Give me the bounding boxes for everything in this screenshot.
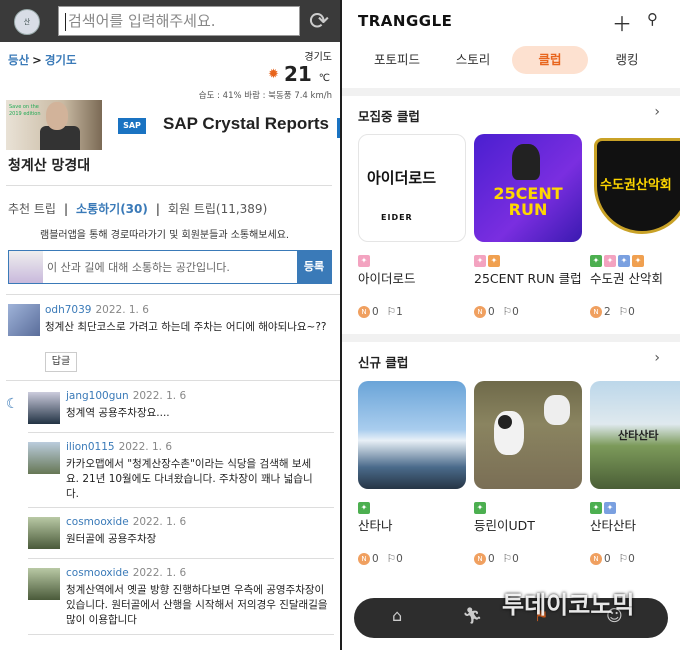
tab-photofeed[interactable]: 포토피드 (364, 46, 430, 74)
post-text: 청계산역에서 옛골 방향 진행하다보면 우측에 공영주차장이 있습니다. 원터골… (66, 584, 328, 626)
avatar[interactable] (28, 568, 60, 600)
club-stats: N 2 ⚐0 (590, 306, 635, 318)
post-user[interactable]: cosmooxide 2022. 1. 6 (66, 516, 186, 528)
add-icon[interactable]: ＋ (612, 8, 632, 37)
content-tabs: 추천 트립 | 소통하기(30) | 회원 트립(11,389) (8, 202, 268, 216)
post-user[interactable]: cosmooxide 2022. 1. 6 (66, 567, 186, 579)
club-name: 등린이UDT (474, 518, 535, 533)
watermark: 투데이코노믹 (502, 591, 635, 619)
reply-button[interactable]: 답글 (45, 352, 77, 372)
club-logo: 25CENT RUN (474, 134, 582, 242)
help-text: 램블러앱을 통해 경로따라가기 및 회원분들과 소통해보세요. (40, 230, 290, 241)
post-text: 청계산 최단코스로 가려고 하는데 주차는 어디에 해야되나요~?? (45, 321, 327, 333)
sun-icon: ✹ (268, 67, 279, 82)
tab-community[interactable]: 소통하기(30) (76, 202, 148, 216)
weather-region: 경기도 (304, 52, 332, 63)
post-user[interactable]: odh7039 2022. 1. 6 (45, 304, 149, 316)
sap-logo: SAP (118, 118, 146, 134)
breadcrumb-item-region[interactable]: 경기도 (45, 53, 77, 67)
breadcrumb: 등산 > 경기도 (8, 53, 77, 67)
tab-member-trip[interactable]: 회원 트립(11,389) (168, 202, 267, 216)
search-placeholder: 검색어를 입력해주세요. (68, 12, 216, 30)
club-name: 수도권 산악회 (590, 271, 663, 286)
top-bar: 산 검색어를 입력해주세요. ⟳ (0, 0, 340, 42)
app-logo[interactable]: 산 (14, 9, 40, 35)
club-name: 산타나 (358, 518, 393, 533)
section-title-recruiting: 모집중 클럽 (358, 109, 420, 124)
tab-recommend[interactable]: 추천 트립 (8, 202, 56, 216)
run-icon[interactable]: 🏃︎ (462, 606, 482, 625)
post-user[interactable]: jang100gun 2022. 1. 6 (66, 390, 186, 402)
avatar[interactable] (28, 442, 60, 474)
tab-club[interactable]: 클럽 (512, 46, 588, 74)
avatar[interactable] (28, 392, 60, 424)
tab-story[interactable]: 스토리 (438, 46, 508, 74)
ad-image: Save on the 2019 edition (6, 100, 102, 150)
club-stats: N 0 ⚐0 (474, 306, 519, 318)
post-text: 청계역 공용주차장요.... (66, 407, 170, 419)
ad-title: SAP Crystal Reports (163, 114, 329, 133)
breadcrumb-item-hiking[interactable]: 등산 (8, 53, 29, 67)
club-logo: 수도권산악회 (590, 134, 680, 242)
weather-temp: 21 ℃ (283, 62, 330, 86)
avatar[interactable] (8, 304, 40, 336)
club-stats: N 0 ⚐0 (358, 553, 403, 565)
refresh-icon[interactable]: ⟳ (304, 6, 334, 36)
section-title-new: 신규 클럽 (358, 355, 409, 370)
submit-button[interactable]: 등록 (297, 251, 331, 283)
comment-input[interactable]: 이 산과 길에 대해 소통하는 공간입니다. (47, 259, 230, 275)
trangle-panel: TRANGGLE ＋ ⚲ 포토피드 스토리 클럽 랭킹 모집중 클럽 › 아이더… (342, 0, 680, 650)
tab-ranking[interactable]: 랭킹 (594, 46, 660, 74)
club-name: 25CENT RUN 클럽 (474, 271, 582, 286)
club-logo: 아이더로드 EIDER (358, 134, 466, 242)
avatar (9, 251, 43, 283)
comment-box: 이 산과 길에 대해 소통하는 공간입니다. 등록 (8, 250, 332, 284)
home-icon[interactable]: ⌂ (392, 606, 402, 625)
club-name: 산타산타 (590, 518, 637, 533)
reply-arrow-icon: ☾ (6, 396, 19, 412)
post-text: 카카오맵에서 "청계산장수촌"이라는 식당을 검색해 보세요. 21년 10월에… (66, 458, 313, 500)
ramblr-panel: 산 검색어를 입력해주세요. ⟳ 등산 > 경기도 경기도 ✹ 21 ℃ 습도 : … (0, 0, 340, 650)
club-photo (358, 381, 466, 489)
club-photo: 산타산타 (590, 381, 680, 489)
club-name: 아이더로드 (358, 271, 416, 286)
search-input[interactable]: 검색어를 입력해주세요. (58, 6, 300, 36)
post-user[interactable]: ilion0115 2022. 1. 6 (66, 441, 172, 453)
trangle-logo: TRANGGLE (358, 12, 453, 30)
avatar[interactable] (28, 517, 60, 549)
club-stats: N 0 ⚐0 (590, 553, 635, 565)
club-stats: N 0 ⚐1 (358, 306, 403, 318)
post-text: 원터골에 공용주차장 (66, 533, 157, 545)
page-title: 청계산 망경대 (8, 158, 91, 174)
club-stats: N 0 ⚐0 (474, 553, 519, 565)
chevron-right-icon[interactable]: › (654, 104, 660, 120)
chevron-right-icon[interactable]: › (654, 350, 660, 366)
search-icon[interactable]: ⚲ (647, 10, 658, 28)
club-photo (474, 381, 582, 489)
main-tabs: 포토피드 스토리 클럽 랭킹 (342, 46, 680, 74)
ad-banner[interactable]: Save on the 2019 edition SAP SAP Crystal… (6, 100, 340, 150)
